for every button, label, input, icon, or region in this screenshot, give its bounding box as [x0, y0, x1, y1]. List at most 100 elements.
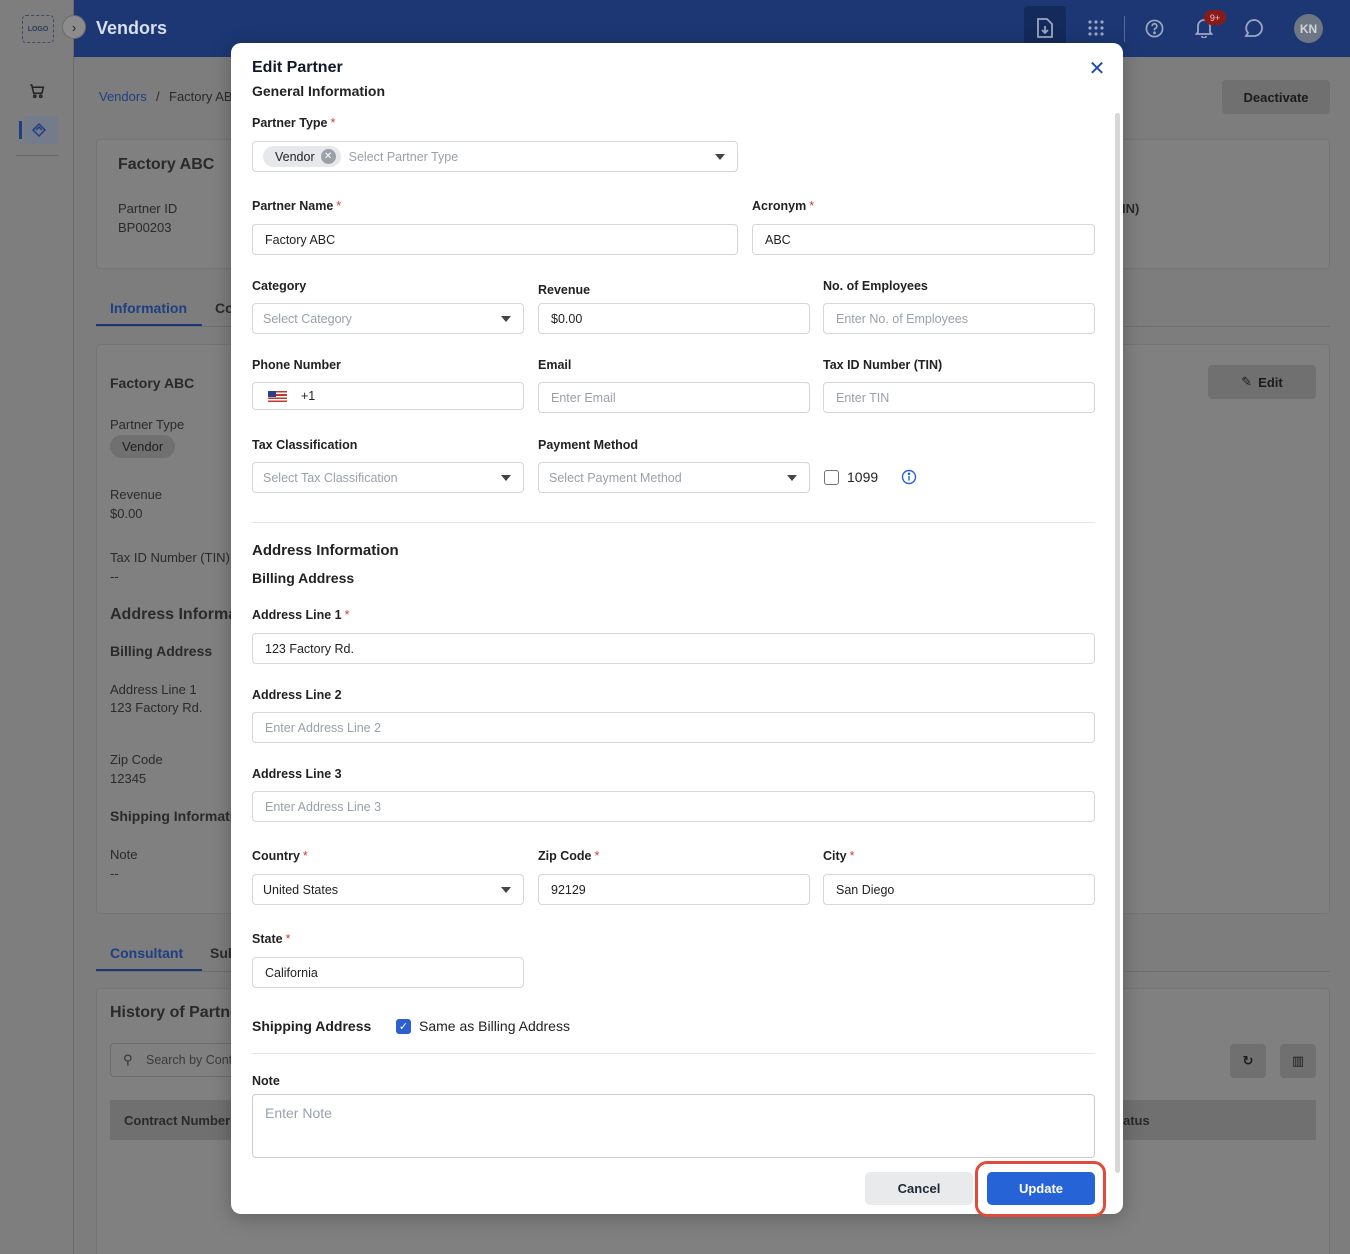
user-avatar[interactable]: KN	[1294, 14, 1323, 43]
notification-badge: 9+	[1204, 10, 1226, 25]
required-mark: *	[344, 608, 350, 622]
payment-label: Payment Method	[538, 438, 639, 452]
category-placeholder: Select Category	[263, 311, 352, 326]
history-search-input[interactable]: ⚲ Search by Cont	[110, 1043, 240, 1077]
col-contract-number: Contract Number	[124, 1113, 231, 1128]
partner-name-label-text: Partner Name	[252, 199, 334, 213]
bg-zip-label: Zip Code	[110, 752, 163, 767]
note-textarea[interactable]: Enter Note	[252, 1094, 1095, 1158]
city-input[interactable]: San Diego	[823, 874, 1095, 905]
search-icon: ⚲	[123, 1052, 133, 1067]
bg-address-line1-value: 123 Factory Rd.	[110, 700, 203, 715]
breadcrumb-current: Factory AB	[169, 89, 233, 104]
refresh-icon[interactable]: ↻	[1230, 1044, 1266, 1078]
required-mark: *	[285, 932, 291, 946]
required-mark: *	[849, 849, 855, 863]
edit-button[interactable]: ✎ Edit	[1208, 365, 1316, 399]
columns-icon[interactable]: ▥	[1280, 1044, 1316, 1078]
payment-select[interactable]: Select Payment Method	[538, 462, 810, 493]
partner-id-label: Partner ID	[118, 201, 178, 216]
bg-revenue-value: $0.00	[110, 506, 143, 521]
employees-label: No. of Employees	[823, 279, 928, 293]
handshake-icon[interactable]	[28, 119, 50, 141]
partner-header-name: Factory ABC	[118, 156, 215, 173]
us-flag-canton	[268, 390, 276, 397]
acronym-label-text: Acronym	[752, 199, 807, 213]
city-label-text: City	[823, 849, 847, 863]
address-line2-input[interactable]: Enter Address Line 2	[252, 712, 1095, 743]
chevron-down-icon	[787, 475, 797, 481]
sidebar-expand-icon[interactable]: ›	[62, 15, 86, 39]
chip-remove-icon[interactable]: ✕	[320, 149, 336, 164]
general-info-heading-clip: General Information	[252, 85, 385, 99]
phone-input[interactable]: +1	[252, 382, 524, 410]
partner-name-input[interactable]: Factory ABC	[252, 224, 738, 255]
employees-input[interactable]: Enter No. of Employees	[823, 303, 1095, 334]
bg-revenue-label: Revenue	[110, 487, 163, 502]
revenue-input[interactable]: $0.00	[538, 303, 810, 334]
zip-label-text: Zip Code	[538, 849, 592, 863]
update-button[interactable]: Update	[987, 1172, 1095, 1205]
zip-input[interactable]: 92129	[538, 874, 810, 905]
address-line3-input[interactable]: Enter Address Line 3	[252, 791, 1095, 822]
acronym-label: Acronym *	[752, 199, 814, 213]
close-icon[interactable]: ✕	[1087, 59, 1107, 79]
sidebar: LOGO	[0, 0, 74, 1254]
payment-placeholder: Select Payment Method	[549, 470, 682, 485]
partner-type-label: Partner Type *	[252, 116, 335, 130]
required-mark: *	[594, 849, 600, 863]
cart-icon[interactable]	[26, 80, 48, 102]
chevron-down-icon	[501, 887, 511, 893]
email-input[interactable]: Enter Email	[538, 382, 810, 413]
form-1099-checkbox[interactable]	[824, 470, 839, 485]
cancel-button[interactable]: Cancel	[865, 1172, 973, 1205]
chat-icon[interactable]	[1242, 16, 1266, 40]
tab-information[interactable]: Information	[110, 300, 187, 316]
required-mark: *	[330, 116, 336, 130]
shipping-address-heading: Shipping Address	[252, 1018, 372, 1034]
modal-scrollbar[interactable]	[1115, 113, 1120, 1173]
bg-note-value: --	[110, 866, 119, 881]
tax-class-select[interactable]: Select Tax Classification	[252, 462, 524, 493]
sidebar-divider	[16, 155, 58, 156]
same-as-billing-checkbox[interactable]: ✓	[396, 1019, 411, 1034]
acronym-input[interactable]: ABC	[752, 224, 1095, 255]
breadcrumb-root[interactable]: Vendors	[99, 89, 147, 104]
tin-header-fragment: IN)	[1122, 201, 1140, 216]
deactivate-button[interactable]: Deactivate	[1222, 80, 1330, 114]
partner-type-select[interactable]: Vendor ✕ Select Partner Type	[252, 141, 738, 172]
category-select[interactable]: Select Category	[252, 303, 524, 334]
partner-name-label: Partner Name *	[252, 199, 341, 213]
info-icon[interactable]	[901, 469, 917, 490]
tax-class-placeholder: Select Tax Classification	[263, 470, 398, 485]
address-line2-label: Address Line 2	[252, 688, 342, 702]
tin-input[interactable]: Enter TIN	[823, 382, 1095, 413]
bg-tin-label: Tax ID Number (TIN)	[110, 550, 230, 565]
tab-consultant[interactable]: Consultant	[110, 945, 183, 961]
logo: LOGO	[22, 15, 54, 43]
state-input[interactable]: California	[252, 957, 524, 988]
section-divider	[252, 522, 1095, 523]
required-mark: *	[336, 199, 342, 213]
download-icon[interactable]	[1033, 16, 1057, 40]
address-line1-label-text: Address Line 1	[252, 608, 342, 622]
city-label: City *	[823, 849, 855, 863]
partner-type-label-text: Partner Type	[252, 116, 328, 130]
country-select[interactable]: United States	[252, 874, 524, 905]
chevron-down-icon	[501, 475, 511, 481]
zip-label: Zip Code *	[538, 849, 599, 863]
bg-shipping-info: Shipping Informati	[110, 808, 234, 824]
page-title: Vendors	[96, 18, 168, 38]
vendor-chip: Vendor ✕	[263, 146, 341, 167]
apps-grid-icon[interactable]	[1084, 16, 1108, 40]
topbar-separator	[1124, 16, 1125, 42]
breadcrumb-separator: /	[156, 89, 160, 104]
history-title: History of Partne	[110, 1004, 239, 1021]
help-icon[interactable]	[1142, 16, 1166, 40]
form-1099-label: 1099	[847, 469, 879, 485]
required-mark: *	[302, 849, 308, 863]
address-info-heading: Address Information	[252, 542, 399, 559]
bg-tin-value: --	[110, 569, 119, 584]
address-line1-input[interactable]: 123 Factory Rd.	[252, 633, 1095, 664]
general-info-heading: General Information	[252, 85, 386, 99]
